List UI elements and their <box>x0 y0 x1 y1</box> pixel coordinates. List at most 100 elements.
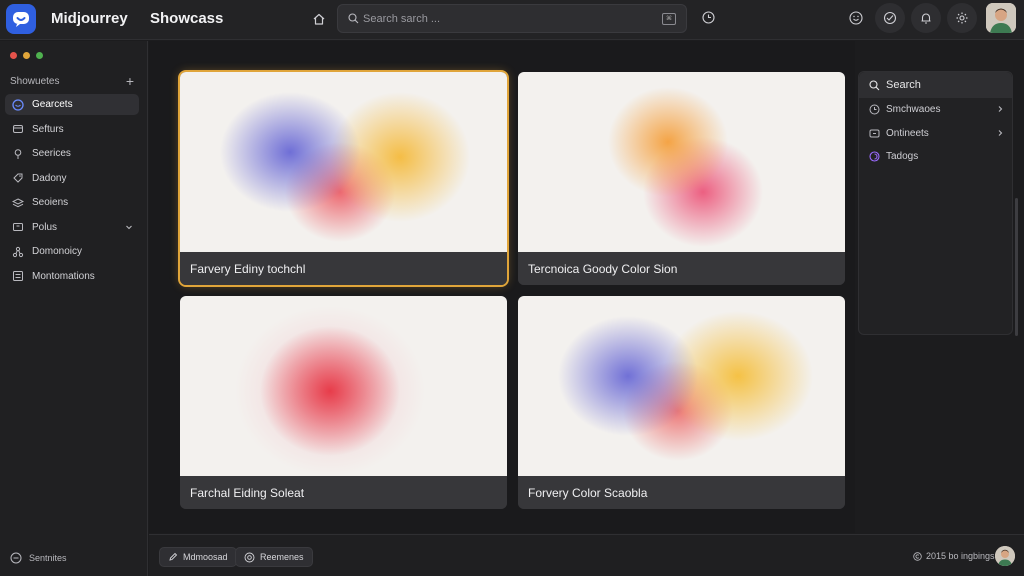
search-icon <box>348 13 359 24</box>
emoji-button[interactable] <box>841 3 871 33</box>
copyright-icon <box>913 551 922 561</box>
panel-item-ontineets[interactable]: Ontineets <box>869 124 1005 142</box>
user-portrait-icon <box>995 546 1015 566</box>
search-input[interactable] <box>363 12 662 25</box>
panel-search-label: Search <box>886 79 921 91</box>
sidebar-item-sefturs[interactable]: Sefturs <box>5 119 139 140</box>
share-icon <box>12 246 24 258</box>
card-artwork <box>518 72 845 252</box>
list-icon <box>12 270 24 282</box>
user-avatar[interactable] <box>986 3 1016 33</box>
activity-icon <box>883 11 897 25</box>
keyboard-shortcut-icon: ⌘ <box>662 12 676 25</box>
sidebar-item-label: Sefturs <box>32 123 64 135</box>
clock-icon <box>869 104 880 115</box>
pencil-icon <box>168 552 178 562</box>
settings-circle-icon <box>10 552 22 564</box>
chat-icon <box>12 98 24 111</box>
window-controls <box>10 52 43 59</box>
bell-icon <box>921 13 931 24</box>
sidebar-footer-label: Sentnites <box>29 553 67 563</box>
sidebar-item-label: Polus <box>32 221 58 233</box>
app-logo[interactable] <box>6 4 36 34</box>
card-caption: Farchal Eiding Soleat <box>180 476 507 509</box>
sidebar-header-label: Showuetes <box>10 75 60 87</box>
card-artwork <box>180 296 507 476</box>
clock-icon <box>701 10 715 24</box>
sidebar-item-label: Dadony <box>32 172 67 184</box>
sidebar-item-label: Seoiens <box>32 197 69 208</box>
copyright-label: 2015 bo ingbings <box>926 551 995 561</box>
card-caption: Forvery Color Scaobla <box>518 476 845 509</box>
scrollbar[interactable] <box>1015 198 1018 336</box>
sidebar-item-label: Gearcets <box>32 99 73 110</box>
reemenes-button[interactable]: Reemenes <box>235 547 313 567</box>
card-artwork <box>180 72 507 252</box>
tag-icon <box>12 172 24 184</box>
showcase-card[interactable]: Forvery Color Scaobla <box>518 296 845 509</box>
box-icon <box>12 221 24 233</box>
showcase-grid: Farvery Ediny tochchl Tercnoica Goody Co… <box>149 41 855 533</box>
sidebar-item-label: Seerices <box>32 148 71 159</box>
pin-icon <box>12 148 24 160</box>
panel-search-button[interactable]: Search <box>859 72 1012 98</box>
sidebar-item-dadony[interactable]: Dadony <box>5 168 139 189</box>
settings-button[interactable] <box>947 3 977 33</box>
sidebar-item-domonoicy[interactable]: Domonoicy <box>5 241 139 262</box>
sidebar-item-gearcets[interactable]: Gearcets <box>5 94 139 115</box>
card-artwork <box>518 296 845 476</box>
sidebar-header: Showuetes + <box>10 73 134 89</box>
showcase-card[interactable]: Farchal Eiding Soleat <box>180 296 507 509</box>
sidebar: Showuetes + Gearcets Sefturs Seerices Da… <box>0 41 148 576</box>
activity-button[interactable] <box>875 3 905 33</box>
app-title: Midjourrey <box>51 10 128 27</box>
top-bar: Midjourrey Showcass ⌘ <box>0 0 1024 40</box>
pill-label: Reemenes <box>260 552 304 562</box>
panel-item-tadogs[interactable]: Tadogs <box>869 147 1005 165</box>
sidebar-item-seoiens[interactable]: Seoiens <box>5 192 139 213</box>
right-panel: Search Smchwaoes Ontineets Tadogs <box>858 71 1013 335</box>
sidebar-item-montomations[interactable]: Montomations <box>5 266 139 287</box>
card-caption: Farvery Ediny tochchl <box>180 252 507 285</box>
user-portrait-icon <box>986 3 1016 33</box>
sidebar-footer[interactable]: Sentnites <box>10 552 67 564</box>
target-icon <box>244 552 255 563</box>
minimize-window-icon[interactable] <box>23 52 30 59</box>
history-button[interactable] <box>697 6 719 28</box>
home-button[interactable] <box>308 8 330 30</box>
search-icon <box>869 79 880 91</box>
smile-icon <box>849 11 863 25</box>
panel-item-label: Smchwaoes <box>886 103 941 115</box>
sidebar-nav: Gearcets Sefturs Seerices Dadony Seoiens <box>5 94 139 290</box>
panel-item-label: Ontineets <box>886 127 929 139</box>
sidebar-item-label: Montomations <box>32 270 95 282</box>
box-icon <box>869 128 880 139</box>
maximize-window-icon[interactable] <box>36 52 43 59</box>
logo-icon <box>13 12 29 27</box>
footer-avatar[interactable] <box>995 546 1015 566</box>
mdmoosad-button[interactable]: Mdmoosad <box>159 547 237 567</box>
pill-label: Mdmoosad <box>183 552 228 562</box>
layers-icon <box>12 197 24 209</box>
swirl-icon <box>869 150 880 162</box>
chevron-right-icon <box>995 128 1005 141</box>
sidebar-item-label: Domonoicy <box>32 246 83 257</box>
gear-icon <box>956 12 968 24</box>
panel-item-label: Tadogs <box>886 150 919 162</box>
bottom-bar: Mdmoosad Reemenes 2015 bo ingbings <box>149 534 1024 576</box>
add-icon[interactable]: + <box>126 73 134 89</box>
card-caption: Tercnoica Goody Color Sion <box>518 252 845 285</box>
notifications-button[interactable] <box>911 3 941 33</box>
showcase-card[interactable]: Farvery Ediny tochchl <box>178 70 509 287</box>
home-icon <box>313 13 325 25</box>
chevron-down-icon[interactable] <box>124 222 134 235</box>
close-window-icon[interactable] <box>10 52 17 59</box>
folder-icon <box>12 123 24 135</box>
panel-item-smchwaoes[interactable]: Smchwaoes <box>869 100 1005 118</box>
sidebar-item-seerices[interactable]: Seerices <box>5 143 139 164</box>
chevron-right-icon <box>995 104 1005 117</box>
copyright-text: 2015 bo ingbings <box>913 551 995 561</box>
sidebar-item-polus[interactable]: Polus <box>5 217 139 238</box>
showcase-card[interactable]: Tercnoica Goody Color Sion <box>518 72 845 285</box>
search-bar[interactable]: ⌘ <box>337 4 687 33</box>
